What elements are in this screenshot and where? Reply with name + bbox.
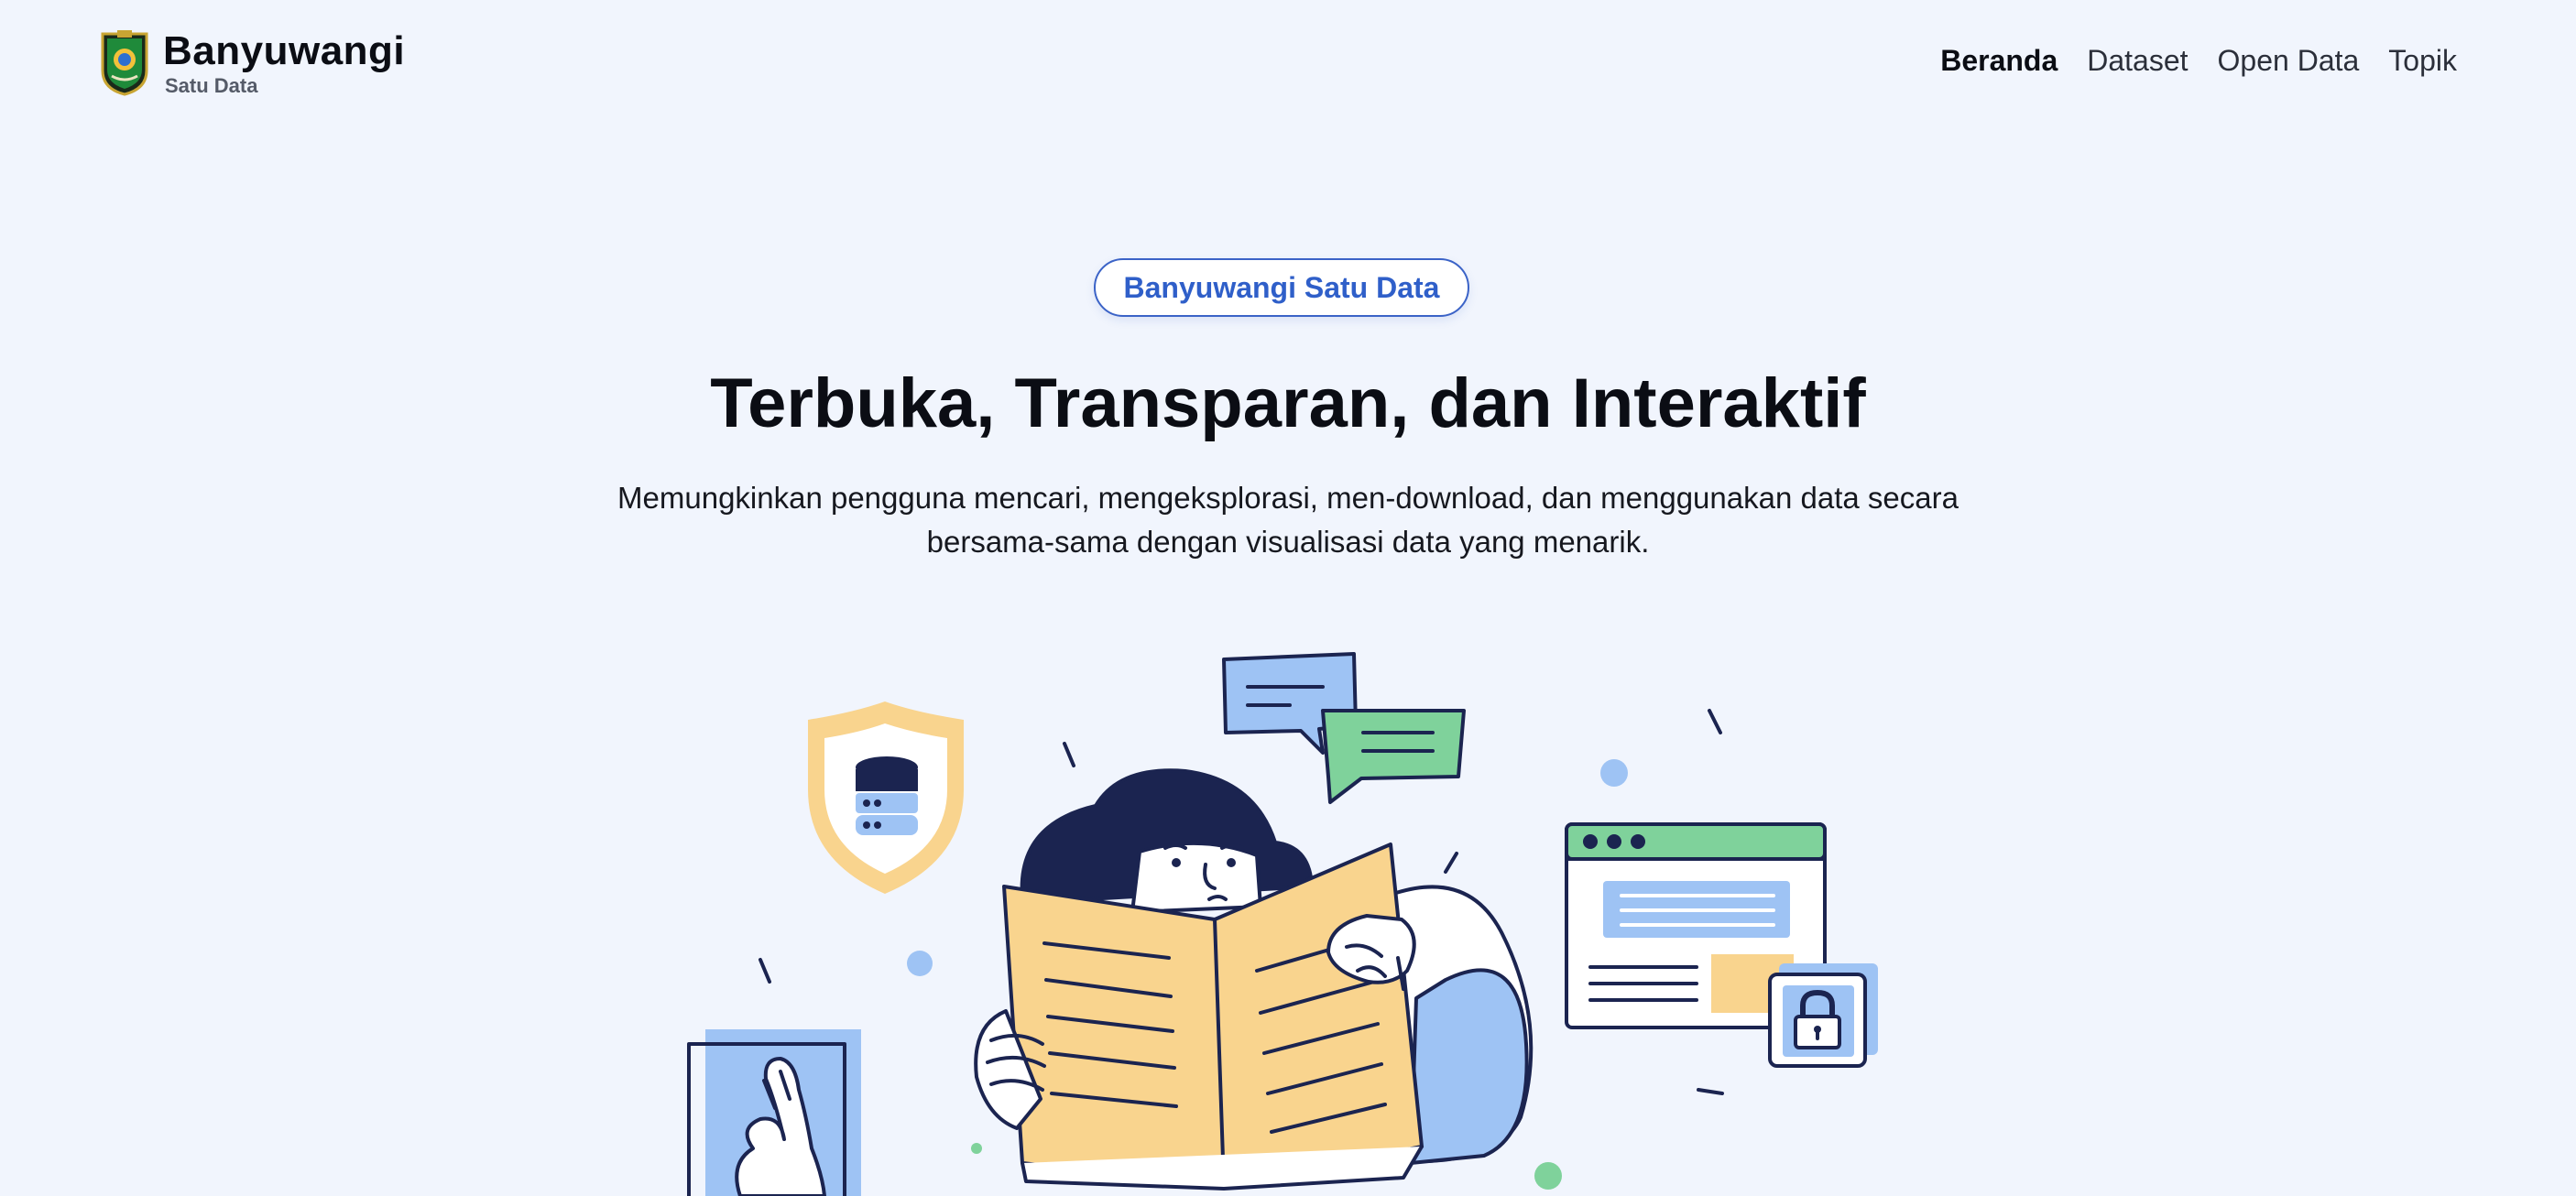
landing-page: Banyuwangi Satu Data Beranda Dataset Ope… <box>0 0 2576 1196</box>
hero-illustration <box>687 652 1878 1196</box>
chat-bubbles-icon <box>1222 652 1466 804</box>
hand-gesture-icon <box>687 1029 861 1196</box>
padlock-icon <box>1768 963 1878 1068</box>
database-shield-icon <box>808 701 964 894</box>
